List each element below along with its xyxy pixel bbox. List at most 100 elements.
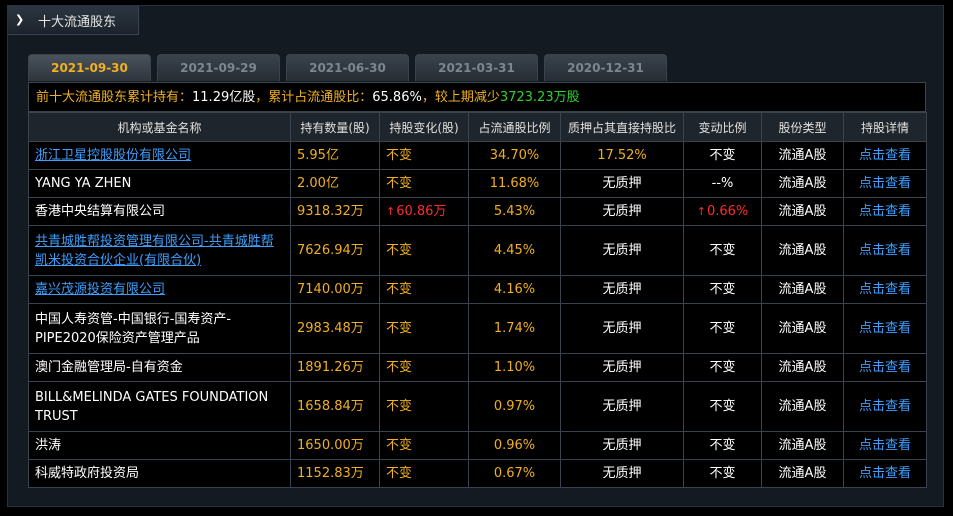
tab-2021-06-30[interactable]: 2021-06-30 bbox=[286, 54, 409, 81]
tab-2020-12-31[interactable]: 2020-12-31 bbox=[544, 54, 667, 81]
tab-2021-09-29[interactable]: 2021-09-29 bbox=[157, 54, 280, 81]
float-ratio: 0.67% bbox=[493, 466, 536, 481]
holding-change: 不变 bbox=[386, 466, 413, 481]
holding-qty-cell: 9318.32万 bbox=[290, 197, 380, 226]
share-type-cell: 流通A股 bbox=[761, 225, 844, 276]
view-detail-link[interactable]: 点击查看 bbox=[859, 282, 911, 297]
holder-name: 中国人寿资管-中国银行-国寿资产-PIPE2020保险资产管理产品 bbox=[35, 311, 232, 346]
change-ratio: 不变 bbox=[709, 466, 736, 481]
holding-qty: 1152.83万 bbox=[297, 466, 364, 481]
holder-name-cell: YANG YA ZHEN bbox=[28, 169, 291, 198]
holding-qty: 1658.84万 bbox=[297, 399, 364, 414]
change-ratio-cell: ↑0.66% bbox=[683, 197, 762, 226]
holding-qty: 7626.94万 bbox=[297, 243, 364, 258]
up-arrow-icon: ↑ bbox=[386, 205, 396, 218]
pledge-ratio-cell: 无质押 bbox=[560, 431, 684, 460]
view-detail-link[interactable]: 点击查看 bbox=[859, 148, 911, 163]
change-ratio-cell: 不变 bbox=[683, 303, 762, 354]
holding-qty-cell: 1658.84万 bbox=[290, 381, 380, 432]
pledge-ratio: 无质押 bbox=[602, 176, 642, 191]
chevron-right-icon: ❯ bbox=[15, 13, 25, 26]
view-detail-link[interactable]: 点击查看 bbox=[859, 466, 911, 481]
view-detail-link[interactable]: 点击查看 bbox=[859, 243, 911, 258]
share-type: 流通A股 bbox=[778, 148, 827, 163]
detail-cell: 点击查看 bbox=[843, 353, 927, 382]
detail-cell: 点击查看 bbox=[843, 431, 927, 460]
float-ratio-cell: 4.16% bbox=[468, 275, 561, 304]
holding-qty: 7140.00万 bbox=[297, 282, 364, 297]
holding-qty-cell: 2.00亿 bbox=[290, 169, 380, 198]
share-type: 流通A股 bbox=[778, 176, 827, 191]
panel-title: 十大流通股东 bbox=[38, 15, 117, 30]
view-detail-link[interactable]: 点击查看 bbox=[859, 321, 911, 336]
holding-change: 60.86万 bbox=[396, 204, 447, 219]
column-header: 持股详情 bbox=[843, 112, 927, 142]
holder-name-cell: 共青城胜帮投资管理有限公司-共青城胜帮凯米投资合伙企业(有限合伙) bbox=[28, 225, 291, 276]
share-type: 流通A股 bbox=[778, 321, 827, 336]
change-ratio-cell: --% bbox=[683, 169, 762, 198]
float-ratio-cell: 1.10% bbox=[468, 353, 561, 382]
pledge-ratio: 17.52% bbox=[597, 148, 647, 163]
holding-qty-cell: 7140.00万 bbox=[290, 275, 380, 304]
share-type: 流通A股 bbox=[778, 243, 827, 258]
holding-qty-cell: 1650.00万 bbox=[290, 431, 380, 460]
holder-name-link[interactable]: 共青城胜帮投资管理有限公司-共青城胜帮凯米投资合伙企业(有限合伙) bbox=[35, 234, 274, 268]
holders-table-wrap: 前十大流通股东累计持有：11.29亿股，累计占流通股比：65.86%，较上期减少… bbox=[28, 82, 927, 488]
summary-ratio: 65.86% bbox=[372, 90, 422, 105]
holder-name-link[interactable]: 嘉兴茂源投资有限公司 bbox=[35, 282, 165, 297]
tab-2021-09-30[interactable]: 2021-09-30 bbox=[28, 54, 151, 81]
table-row: 共青城胜帮投资管理有限公司-共青城胜帮凯米投资合伙企业(有限合伙) 7626.94… bbox=[28, 225, 927, 276]
change-ratio-cell: 不变 bbox=[683, 225, 762, 276]
holding-change: 不变 bbox=[386, 282, 413, 297]
share-type-cell: 流通A股 bbox=[761, 431, 844, 460]
view-detail-link[interactable]: 点击查看 bbox=[859, 360, 911, 375]
detail-cell: 点击查看 bbox=[843, 197, 927, 226]
holding-change: 不变 bbox=[386, 176, 413, 191]
holder-name-cell: 浙江卫星控股股份有限公司 bbox=[28, 141, 291, 170]
share-type-cell: 流通A股 bbox=[761, 141, 844, 170]
table-row: BILL&MELINDA GATES FOUNDATION TRUST 1658.… bbox=[28, 381, 927, 432]
table-row: YANG YA ZHEN 2.00亿 不变 11.68% 无质押 --% 流通A股 点击查看 bbox=[28, 169, 927, 198]
view-detail-link[interactable]: 点击查看 bbox=[859, 176, 911, 191]
share-type-cell: 流通A股 bbox=[761, 303, 844, 354]
holding-qty: 2983.48万 bbox=[297, 321, 364, 336]
detail-cell: 点击查看 bbox=[843, 169, 927, 198]
pledge-ratio: 无质押 bbox=[602, 399, 642, 414]
share-type-cell: 流通A股 bbox=[761, 381, 844, 432]
holder-name-link[interactable]: 浙江卫星控股股份有限公司 bbox=[35, 148, 191, 163]
top10-holders-panel: ❯ 十大流通股东 2021-09-30 2021-09-29 2021-06-30 2… bbox=[7, 5, 944, 507]
table-row: 洪涛 1650.00万 不变 0.96% 无质押 不变 流通A股 点击查看 bbox=[28, 431, 927, 460]
pledge-ratio-cell: 无质押 bbox=[560, 381, 684, 432]
pledge-ratio: 无质押 bbox=[602, 321, 642, 336]
holder-name: 澳门金融管理局-自有资金 bbox=[35, 360, 183, 375]
pledge-ratio: 无质押 bbox=[602, 438, 642, 453]
summary-prefix: 前十大流通股东累计持有： bbox=[36, 90, 193, 105]
change-ratio: --% bbox=[711, 176, 734, 191]
float-ratio-cell: 0.67% bbox=[468, 459, 561, 488]
tab-2021-03-31[interactable]: 2021-03-31 bbox=[415, 54, 538, 81]
holding-qty-cell: 2983.48万 bbox=[290, 303, 380, 354]
view-detail-link[interactable]: 点击查看 bbox=[859, 204, 911, 219]
holder-name-cell: 中国人寿资管-中国银行-国寿资产-PIPE2020保险资产管理产品 bbox=[28, 303, 291, 354]
holding-change-cell: 不变 bbox=[379, 275, 469, 304]
change-ratio-cell: 不变 bbox=[683, 431, 762, 460]
view-detail-link[interactable]: 点击查看 bbox=[859, 438, 911, 453]
holding-qty: 1891.26万 bbox=[297, 360, 364, 375]
pledge-ratio-cell: 无质押 bbox=[560, 459, 684, 488]
float-ratio: 1.10% bbox=[493, 360, 536, 375]
change-ratio: 不变 bbox=[709, 360, 736, 375]
float-ratio: 1.74% bbox=[493, 321, 536, 336]
table-row: 科威特政府投资局 1152.83万 不变 0.67% 无质押 不变 流通A股 点击查看 bbox=[28, 459, 927, 488]
summary-holding: 11.29亿股 bbox=[192, 90, 256, 105]
change-ratio: 不变 bbox=[709, 243, 736, 258]
table-row: 浙江卫星控股股份有限公司 5.95亿 不变 34.70% 17.52% 不变 流通A股 点击查… bbox=[28, 141, 927, 170]
detail-cell: 点击查看 bbox=[843, 225, 927, 276]
holder-name: BILL&MELINDA GATES FOUNDATION TRUST bbox=[35, 389, 269, 424]
share-type-cell: 流通A股 bbox=[761, 459, 844, 488]
float-ratio-cell: 5.43% bbox=[468, 197, 561, 226]
pledge-ratio-cell: 无质押 bbox=[560, 197, 684, 226]
holding-change: 不变 bbox=[386, 148, 413, 163]
holding-change-cell: ↑60.86万 bbox=[379, 197, 469, 226]
pledge-ratio: 无质押 bbox=[602, 466, 642, 481]
view-detail-link[interactable]: 点击查看 bbox=[859, 399, 911, 414]
